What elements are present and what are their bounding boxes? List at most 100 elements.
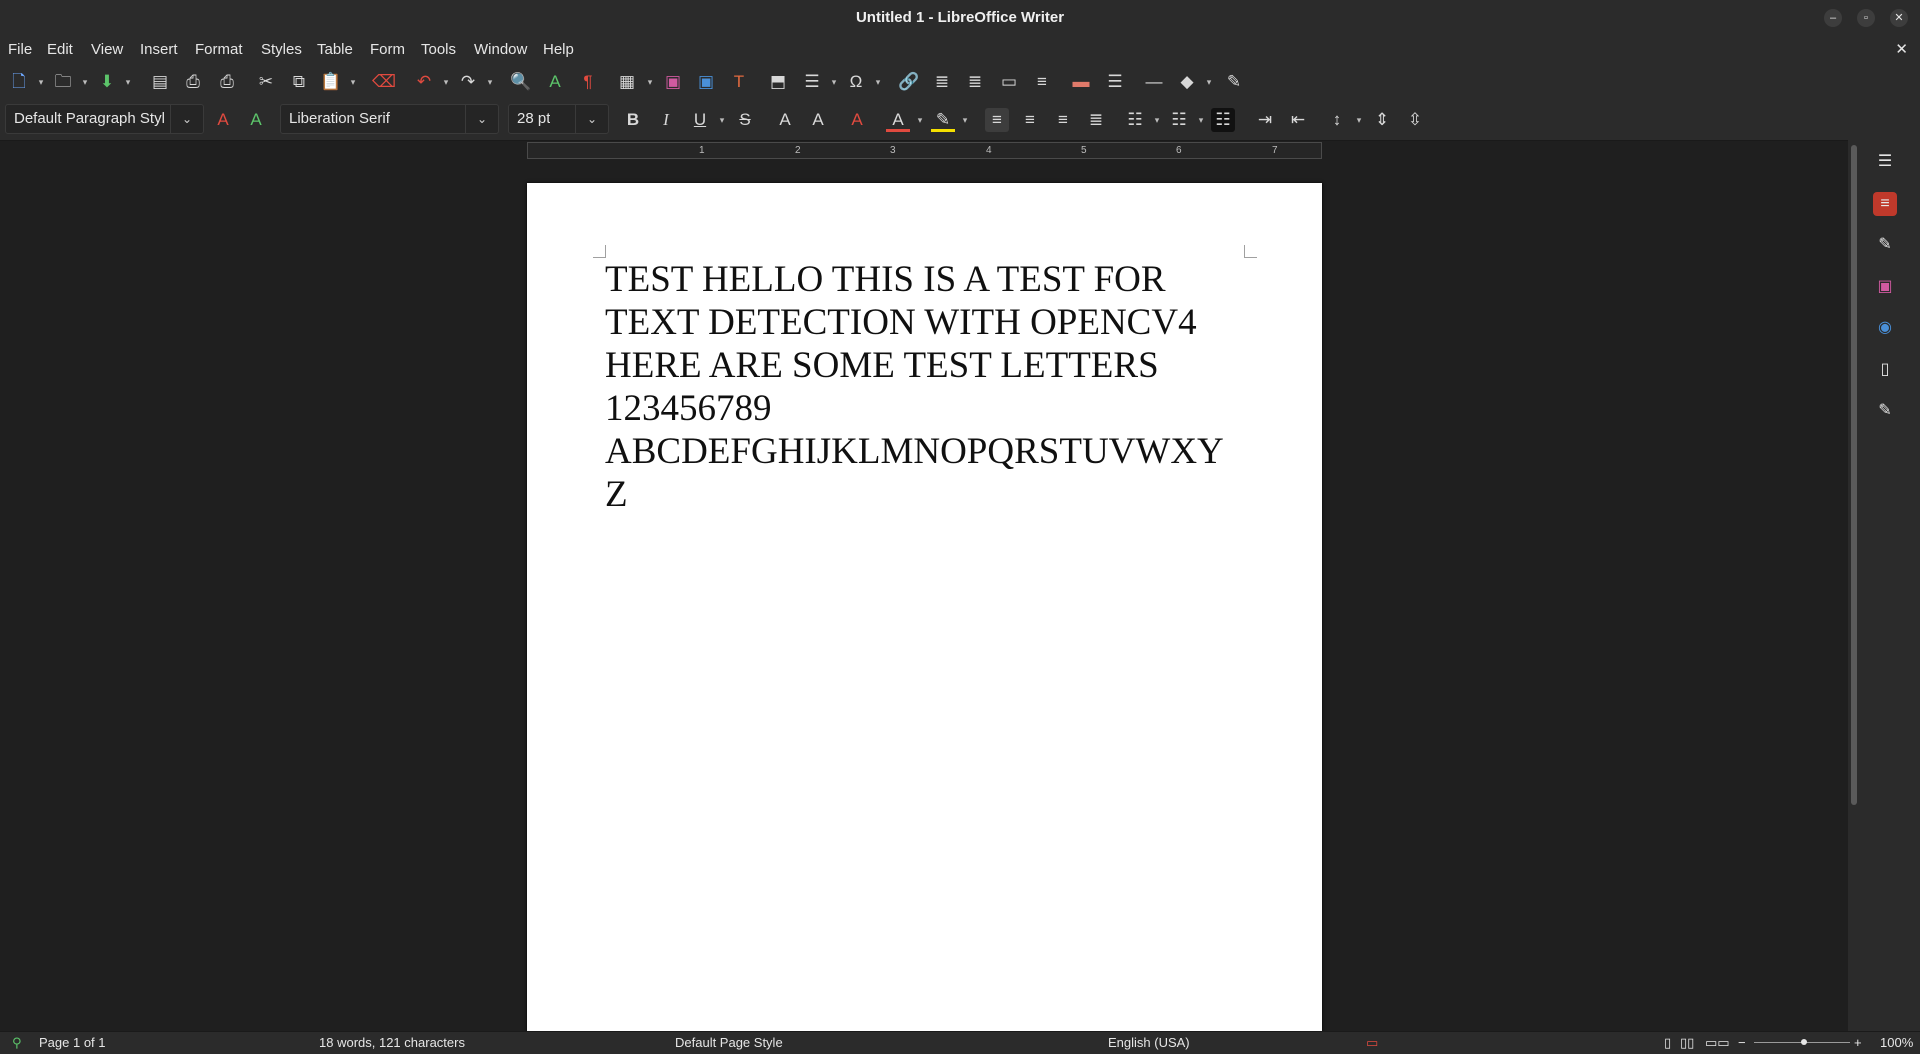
print-preview-icon[interactable]: ⎙ bbox=[215, 70, 239, 94]
document-body-text[interactable]: TEST HELLO THIS IS A TEST FOR TEXT DETEC… bbox=[605, 258, 1255, 516]
subscript-icon[interactable]: A bbox=[806, 108, 830, 132]
menu-styles[interactable]: Styles bbox=[261, 40, 302, 60]
update-style-icon[interactable]: A bbox=[211, 108, 235, 132]
strikethrough-icon[interactable]: S bbox=[733, 108, 757, 132]
font-size-combo[interactable]: 28 pt ⌄ bbox=[508, 104, 609, 134]
window-close-button[interactable]: ✕ bbox=[1890, 9, 1908, 27]
insert-image-icon[interactable]: ▣ bbox=[661, 70, 685, 94]
menu-tools[interactable]: Tools bbox=[421, 40, 456, 60]
align-right-icon[interactable]: ≡ bbox=[1051, 108, 1075, 132]
maximize-button[interactable]: ▫ bbox=[1857, 9, 1875, 27]
redo-icon[interactable]: ↷ bbox=[456, 70, 480, 94]
style-inspector-icon[interactable]: ✎ bbox=[1873, 399, 1897, 423]
special-character-icon[interactable]: Ω bbox=[844, 70, 868, 94]
highlight-dropdown-icon[interactable]: ▾ bbox=[960, 108, 970, 132]
find-replace-icon[interactable]: 🔍 bbox=[509, 70, 533, 94]
document-page[interactable]: TEST HELLO THIS IS A TEST FOR TEXT DETEC… bbox=[527, 183, 1322, 1033]
multi-page-view-icon[interactable]: ▯▯ bbox=[1680, 1032, 1694, 1054]
zoom-level[interactable]: 100% bbox=[1880, 1032, 1913, 1054]
menu-insert[interactable]: Insert bbox=[140, 40, 178, 60]
menu-table[interactable]: Table bbox=[317, 40, 353, 60]
ordered-list-icon[interactable]: ☷ bbox=[1167, 108, 1191, 132]
insert-table-icon[interactable]: ▦ bbox=[615, 70, 639, 94]
export-pdf-icon[interactable]: ▤ bbox=[148, 70, 172, 94]
special-character-dropdown-icon[interactable]: ▾ bbox=[873, 70, 883, 94]
outline-list-icon[interactable]: ☷ bbox=[1211, 108, 1235, 132]
basic-shapes-dropdown-icon[interactable]: ▾ bbox=[1204, 70, 1214, 94]
increase-indent-icon[interactable]: ⇥ bbox=[1253, 108, 1277, 132]
menu-file[interactable]: File bbox=[8, 40, 32, 60]
redo-dropdown-icon[interactable]: ▾ bbox=[485, 70, 495, 94]
vertical-scrollbar[interactable] bbox=[1851, 145, 1857, 805]
basic-shapes-icon[interactable]: ◆ bbox=[1175, 70, 1199, 94]
gallery-icon[interactable]: ▣ bbox=[1873, 275, 1897, 299]
decrease-indent-icon[interactable]: ⇤ bbox=[1286, 108, 1310, 132]
digital-signature-icon[interactable]: ⚲ bbox=[12, 1032, 22, 1054]
properties-icon[interactable]: ≡ bbox=[1873, 192, 1897, 216]
zoom-in-icon[interactable]: + bbox=[1854, 1032, 1862, 1054]
draw-icon[interactable]: ✎ bbox=[1222, 70, 1246, 94]
spelling-icon[interactable]: A bbox=[543, 70, 567, 94]
open-dropdown-icon[interactable]: ▾ bbox=[80, 70, 90, 94]
undo-dropdown-icon[interactable]: ▾ bbox=[441, 70, 451, 94]
insert-textbox-icon[interactable]: T bbox=[727, 70, 751, 94]
insert-page-break-icon[interactable]: ⬒ bbox=[766, 70, 790, 94]
decrease-paragraph-spacing-icon[interactable]: ⇳ bbox=[1403, 108, 1427, 132]
menu-edit[interactable]: Edit bbox=[47, 40, 73, 60]
book-view-icon[interactable]: ▭▭ bbox=[1705, 1032, 1730, 1054]
insert-field-dropdown-icon[interactable]: ▾ bbox=[829, 70, 839, 94]
unordered-list-icon[interactable]: ☷ bbox=[1123, 108, 1147, 132]
insert-chart-icon[interactable]: ▣ bbox=[694, 70, 718, 94]
chevron-down-icon[interactable]: ⌄ bbox=[170, 105, 203, 133]
cross-reference-icon[interactable]: ≡ bbox=[1030, 70, 1054, 94]
menu-help[interactable]: Help bbox=[543, 40, 574, 60]
unordered-list-dropdown-icon[interactable]: ▾ bbox=[1152, 108, 1162, 132]
print-icon[interactable]: ⎙ bbox=[181, 70, 205, 94]
font-color-icon[interactable]: A bbox=[886, 108, 910, 132]
menu-form[interactable]: Form bbox=[370, 40, 405, 60]
underline-dropdown-icon[interactable]: ▾ bbox=[717, 108, 727, 132]
align-center-icon[interactable]: ≡ bbox=[1018, 108, 1042, 132]
endnote-icon[interactable]: ≣ bbox=[963, 70, 987, 94]
paste-dropdown-icon[interactable]: ▾ bbox=[348, 70, 358, 94]
zoom-out-icon[interactable]: − bbox=[1738, 1032, 1746, 1054]
formatting-marks-icon[interactable]: ¶ bbox=[576, 70, 600, 94]
undo-icon[interactable]: ↶ bbox=[412, 70, 436, 94]
line-spacing-icon[interactable]: ↕ bbox=[1325, 108, 1349, 132]
paragraph-style-combo[interactable]: Default Paragraph Styl ⌄ bbox=[5, 104, 204, 134]
page-icon[interactable]: ▯ bbox=[1873, 358, 1897, 382]
highlight-color-icon[interactable]: ✎ bbox=[931, 108, 955, 132]
insert-table-dropdown-icon[interactable]: ▾ bbox=[645, 70, 655, 94]
line-spacing-dropdown-icon[interactable]: ▾ bbox=[1354, 108, 1364, 132]
document-modified-icon[interactable]: ▭ bbox=[1366, 1032, 1378, 1054]
navigator-icon[interactable]: ◉ bbox=[1873, 316, 1897, 340]
ordered-list-dropdown-icon[interactable]: ▾ bbox=[1196, 108, 1206, 132]
bold-icon[interactable]: B bbox=[621, 108, 645, 132]
insert-line-icon[interactable]: — bbox=[1142, 70, 1166, 94]
font-color-dropdown-icon[interactable]: ▾ bbox=[915, 108, 925, 132]
menu-format[interactable]: Format bbox=[195, 40, 243, 60]
new-document-icon[interactable]: 🗋 bbox=[7, 70, 31, 94]
menu-window[interactable]: Window bbox=[474, 40, 527, 60]
page-style-status[interactable]: Default Page Style bbox=[675, 1032, 783, 1054]
increase-paragraph-spacing-icon[interactable]: ⇕ bbox=[1370, 108, 1394, 132]
new-document-dropdown-icon[interactable]: ▾ bbox=[36, 70, 46, 94]
copy-icon[interactable]: ⧉ bbox=[287, 70, 311, 94]
styles-icon[interactable]: ✎ bbox=[1873, 233, 1897, 257]
word-count-status[interactable]: 18 words, 121 characters bbox=[319, 1032, 465, 1054]
page-number-status[interactable]: Page 1 of 1 bbox=[39, 1032, 106, 1054]
language-status[interactable]: English (USA) bbox=[1108, 1032, 1190, 1054]
save-icon[interactable]: ⬇ bbox=[95, 70, 119, 94]
open-folder-icon[interactable]: 🗀 bbox=[51, 70, 75, 94]
new-style-icon[interactable]: A bbox=[244, 108, 268, 132]
clear-formatting-icon[interactable]: A bbox=[845, 108, 869, 132]
hyperlink-icon[interactable]: 🔗 bbox=[897, 70, 921, 94]
minimize-button[interactable]: – bbox=[1824, 9, 1842, 27]
comment-icon[interactable]: ▬ bbox=[1069, 70, 1093, 94]
clone-formatting-icon[interactable]: ⌫ bbox=[372, 70, 396, 94]
hamburger-menu-icon[interactable]: ☰ bbox=[1873, 150, 1897, 174]
underline-icon[interactable]: U bbox=[688, 108, 712, 132]
menu-view[interactable]: View bbox=[91, 40, 123, 60]
font-name-combo[interactable]: Liberation Serif ⌄ bbox=[280, 104, 499, 134]
insert-field-icon[interactable]: ☰ bbox=[800, 70, 824, 94]
